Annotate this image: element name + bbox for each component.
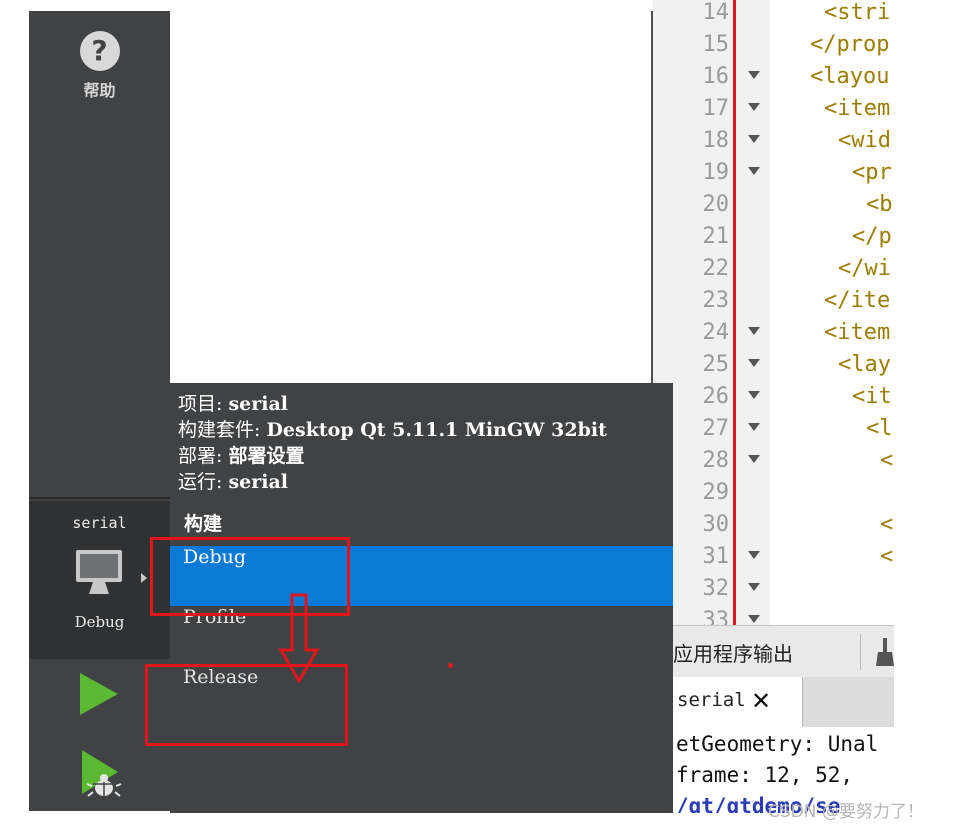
line-number: 14 [702, 0, 730, 25]
code-line: <b [866, 192, 893, 217]
output-tab-label: serial [677, 689, 746, 711]
line-number: 18 [702, 128, 730, 153]
help-label: 帮助 [83, 81, 116, 100]
line-number: 24 [702, 320, 730, 345]
fold-toggle-icon[interactable] [748, 455, 760, 463]
fold-toggle-icon[interactable] [748, 359, 760, 367]
code-line: <item [824, 96, 891, 121]
line-number: 19 [702, 160, 730, 185]
info-run: 运行: serial [178, 471, 288, 493]
monitor-icon [76, 550, 122, 594]
line-number: 25 [702, 352, 730, 377]
code-line: < [880, 448, 894, 473]
fold-toggle-icon[interactable] [748, 71, 760, 79]
line-number: 22 [702, 256, 730, 281]
code-line: <lay [838, 352, 891, 377]
build-section-heading: 构建 [184, 513, 223, 535]
code-line: < [880, 544, 894, 569]
code-line: <item [824, 320, 891, 345]
gutter-margin-line [733, 0, 736, 625]
start-debugging-button[interactable] [78, 748, 122, 800]
code-line: </p [852, 224, 892, 249]
line-number: 17 [702, 96, 730, 121]
clear-output-icon[interactable] [876, 638, 894, 666]
fold-toggle-icon[interactable] [748, 551, 760, 559]
target-project-name: serial [72, 514, 127, 532]
form-preview-area [170, 11, 651, 383]
code-editor[interactable]: 14 15 16 17 18 19 20 21 22 23 24 25 26 2… [653, 0, 894, 625]
fold-toggle-icon[interactable] [748, 615, 760, 623]
info-kit: 构建套件: Desktop Qt 5.11.1 MinGW 32bit [178, 419, 607, 441]
code-line: <l [866, 416, 893, 441]
info-project: 项目: serial [178, 393, 288, 415]
fold-toggle-icon[interactable] [748, 167, 760, 175]
code-line: <pr [852, 160, 892, 185]
watermark: CSDN @要努力了！ [768, 802, 924, 822]
output-tab-bar: serial ✕ [673, 677, 894, 727]
help-icon: ? [79, 31, 120, 71]
play-icon [80, 673, 118, 715]
output-line: etGeometry: Unal [676, 732, 879, 756]
code-line: <stri [824, 0, 891, 25]
line-number: 23 [702, 288, 730, 313]
info-deploy: 部署: 部署设置 [178, 445, 305, 467]
toolbar-separator [860, 634, 861, 670]
line-number: 21 [702, 224, 730, 249]
output-pane-header: 应用程序输出 [673, 625, 894, 677]
code-line: <wid [838, 128, 891, 153]
annotation-arrow-down-icon [278, 593, 320, 684]
kit-target-selector[interactable]: serial Debug [29, 501, 170, 659]
fold-toggle-icon[interactable] [748, 583, 760, 591]
expand-arrow-icon [141, 573, 147, 583]
code-line: </wi [838, 256, 891, 281]
fold-toggle-icon[interactable] [748, 103, 760, 111]
run-button[interactable] [76, 671, 120, 717]
output-line: frame: 12, 52, [676, 763, 854, 787]
output-pane-title: 应用程序输出 [673, 642, 793, 666]
close-icon[interactable]: ✕ [751, 687, 771, 715]
line-number: 16 [702, 64, 730, 89]
code-line: < [880, 512, 894, 537]
fold-toggle-icon[interactable] [748, 135, 760, 143]
code-line: </prop [810, 32, 890, 57]
code-line: <layou [810, 64, 890, 89]
help-mode-button[interactable]: ? 帮助 [29, 31, 170, 111]
line-number: 20 [702, 192, 730, 217]
sidebar-divider [29, 497, 170, 499]
output-tab-serial[interactable]: serial ✕ [673, 677, 803, 727]
code-line: <it [852, 384, 892, 409]
annotation-dot [448, 663, 453, 668]
line-number: 15 [702, 32, 730, 57]
target-build-config: Debug [74, 613, 125, 631]
fold-toggle-icon[interactable] [748, 391, 760, 399]
fold-toggle-icon[interactable] [748, 423, 760, 431]
code-line: </ite [824, 288, 891, 313]
fold-toggle-icon[interactable] [748, 327, 760, 335]
